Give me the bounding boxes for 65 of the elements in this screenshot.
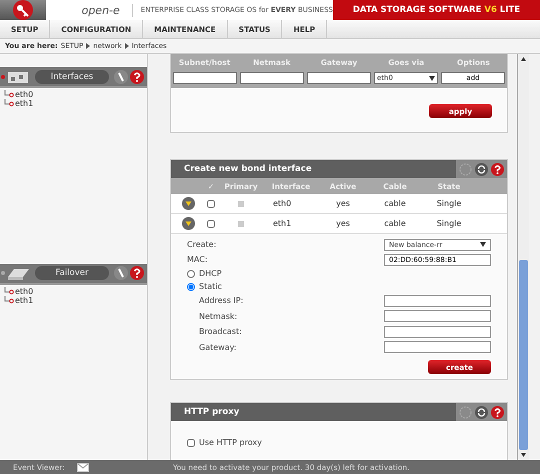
checkbox-label: Use HTTP proxy <box>199 438 262 447</box>
scroll-down-icon[interactable] <box>519 452 528 458</box>
field-label: Gateway: <box>199 342 236 352</box>
refresh-icon[interactable] <box>475 406 488 418</box>
tree-item[interactable]: eth0 <box>15 286 34 296</box>
field-label: MAC: <box>187 255 208 264</box>
table-cell-text: Single <box>436 219 462 228</box>
dropdown-arrow-icon[interactable] <box>480 242 486 247</box>
help-icon[interactable] <box>130 70 144 84</box>
tree-connector-icon <box>4 296 14 304</box>
table-cell-text: eth0 <box>272 199 292 208</box>
dropdown-arrow-icon[interactable] <box>429 76 435 80</box>
input-field[interactable] <box>384 326 491 338</box>
help-icon[interactable] <box>491 162 504 176</box>
scrollbar-thumb[interactable] <box>519 260 528 450</box>
sidebar-title: Interfaces <box>35 70 109 84</box>
radio-label: Static <box>199 282 222 291</box>
table-cell-text: cable <box>383 219 407 228</box>
radio-button[interactable] <box>187 270 195 278</box>
input-field[interactable] <box>173 72 237 84</box>
tree-item[interactable]: eth1 <box>15 296 34 304</box>
brand-logo: open-e <box>82 4 133 16</box>
scroll-up-icon[interactable] <box>519 56 528 62</box>
table-cell-text: eth1 <box>272 219 292 228</box>
chevron-icon <box>124 43 129 49</box>
table-cell-text: yes <box>335 199 351 208</box>
sidebar-title: Failover <box>35 266 109 280</box>
wrench-icon[interactable] <box>114 70 128 84</box>
checkbox[interactable] <box>207 220 215 228</box>
field-label: Address IP: <box>199 296 244 306</box>
field-label: Netmask: <box>199 312 238 321</box>
product-banner: DATA STORAGE SOFTWARE V6 LITE <box>332 0 540 20</box>
field-label: Create: <box>187 240 216 249</box>
scrollbar[interactable] <box>517 54 529 460</box>
tree-connector-icon <box>4 286 14 296</box>
tree-connector-icon <box>4 99 14 108</box>
help-icon[interactable] <box>130 266 144 280</box>
table-cell-text: cable <box>383 199 407 208</box>
field-label: Broadcast: <box>199 327 242 336</box>
radio-label: DHCP <box>199 269 222 278</box>
input-field[interactable] <box>384 294 491 307</box>
input-field[interactable] <box>384 310 491 322</box>
primary-marker[interactable] <box>238 200 244 206</box>
expand-icon[interactable] <box>182 217 194 230</box>
refresh-icon[interactable] <box>475 162 488 176</box>
panel-title: HTTP proxy <box>183 407 240 417</box>
table-cell-text: yes <box>335 219 351 228</box>
radio-button[interactable] <box>187 282 195 290</box>
table-cell-text: Single <box>436 199 462 208</box>
expand-icon[interactable] <box>182 197 194 210</box>
chevron-icon <box>86 43 90 49</box>
input-field[interactable] <box>384 341 491 354</box>
wrench-icon[interactable] <box>114 266 128 280</box>
checkbox[interactable] <box>187 438 195 446</box>
tree-item[interactable]: eth1 <box>15 99 34 108</box>
tree-item[interactable]: eth0 <box>15 90 34 99</box>
checkbox[interactable] <box>207 200 215 208</box>
key-icon <box>12 0 34 21</box>
tree-connector-icon <box>4 90 14 99</box>
help-icon[interactable] <box>491 406 504 418</box>
envelope-icon[interactable] <box>77 462 89 472</box>
input-field[interactable] <box>240 72 304 84</box>
panel-title: Create new bond interface <box>183 164 312 174</box>
input-field[interactable] <box>307 72 371 84</box>
primary-marker[interactable] <box>238 220 244 226</box>
